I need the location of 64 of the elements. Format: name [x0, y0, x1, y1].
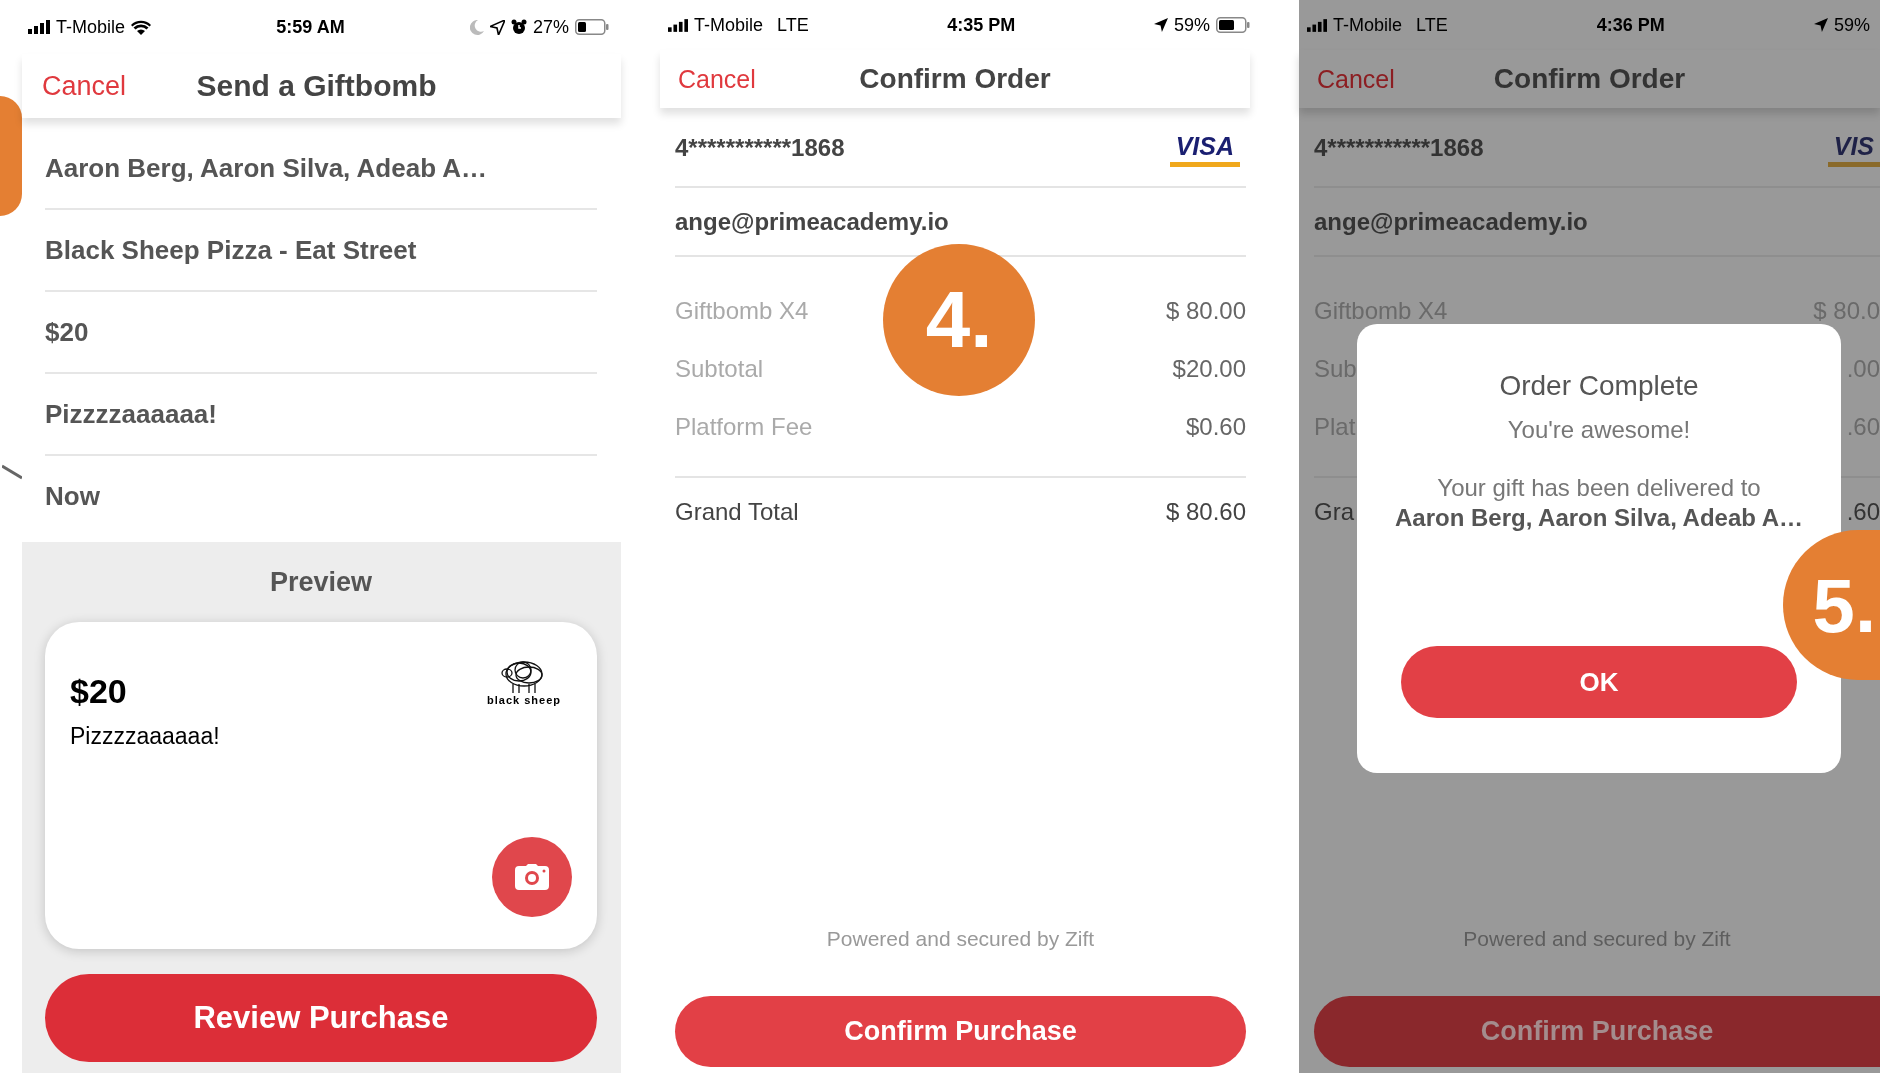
carrier-name: T-Mobile [694, 14, 764, 36]
form-field[interactable]: $20 [45, 292, 597, 374]
form-field[interactable]: Now [45, 456, 597, 536]
footer-note: Powered and secured by Zift [1463, 927, 1731, 951]
dialog-message: Your gift has been delivered to [1437, 474, 1761, 502]
alarm-clock-icon [510, 19, 527, 35]
total-label: Grand Total [675, 498, 799, 526]
screen-title: Send a Giftbomb [196, 69, 437, 103]
dialog-recipients: Aaron Berg, Aaron Silva, Adeab A… [1394, 504, 1804, 532]
battery-icon [1216, 17, 1250, 33]
line-item-label: Giftbomb X4 [675, 297, 809, 325]
cancel-button[interactable]: Cancel [42, 70, 127, 102]
camera-icon [515, 864, 549, 890]
line-item-amount: $ 80.00 [1165, 297, 1246, 325]
ok-button[interactable]: OK [1401, 646, 1797, 718]
dialog-title: Order Complete [1499, 370, 1699, 402]
battery-icon [575, 19, 609, 35]
cancel-button[interactable]: Cancel [678, 64, 756, 94]
email-address: ange@primeacademy.io [1314, 207, 1588, 236]
cancel-button[interactable]: Cancel [1317, 64, 1395, 94]
footer-note: Powered and secured by Zift [826, 927, 1095, 951]
form-field[interactable]: Aaron Berg, Aaron Silva, Adeab A… [45, 128, 597, 210]
line-item-label: Platform Fee [675, 413, 813, 441]
form-field[interactable]: Pizzzzaaaaaa! [45, 374, 597, 456]
status-time: 5:59 AM [276, 16, 345, 38]
gift-message: Pizzzzaaaaaa! [70, 723, 221, 750]
email-address: ange@primeacademy.io [675, 207, 949, 236]
screen-title: Confirm Order [1493, 63, 1686, 95]
total-amount: .60 [1846, 498, 1880, 526]
screen-title: Confirm Order [859, 63, 1051, 95]
form-field[interactable]: Black Sheep Pizza - Eat Street [45, 210, 597, 292]
carrier-name: T-Mobile [1333, 14, 1403, 36]
total-label: Gra [1314, 498, 1354, 526]
line-item-amount: $20.00 [1172, 355, 1246, 383]
step-badge: 4. [883, 244, 1035, 396]
line-item-label: Subtotal [675, 355, 764, 383]
signal-icon [1307, 18, 1327, 32]
network-type: LTE [777, 14, 809, 36]
network-type: LTE [1416, 14, 1448, 36]
confirm-purchase-button[interactable]: Confirm Purchase [675, 996, 1246, 1067]
signal-icon [668, 18, 688, 32]
battery-percent: 27% [532, 16, 569, 38]
status-time: 4:36 PM [1596, 14, 1665, 36]
total-amount: $ 80.60 [1165, 498, 1246, 526]
location-arrow-icon [489, 19, 505, 35]
logo-text: black sheep [487, 694, 561, 706]
gift-amount: $20 [70, 672, 127, 711]
status-time: 4:35 PM [947, 14, 1016, 36]
dialog-subtitle: You're awesome! [1507, 416, 1691, 444]
review-purchase-button[interactable]: Review Purchase [45, 974, 597, 1062]
location-arrow-icon [1813, 18, 1828, 32]
card-number: 4***********1868 [1314, 134, 1484, 162]
confirm-purchase-button[interactable]: Confirm Purchase [1314, 996, 1880, 1067]
signal-icon [28, 20, 50, 34]
location-arrow-icon [1153, 18, 1168, 32]
battery-percent: 59% [1173, 14, 1210, 36]
wifi-icon [131, 19, 152, 35]
line-mark [2, 464, 22, 480]
carrier-name: T-Mobile [56, 16, 126, 38]
preview-heading: Preview [269, 566, 373, 599]
card-number: 4***********1868 [675, 134, 845, 162]
line-item-amount: $0.60 [1185, 413, 1246, 441]
battery-percent: 59% [1833, 14, 1870, 36]
moon-icon [469, 19, 484, 35]
